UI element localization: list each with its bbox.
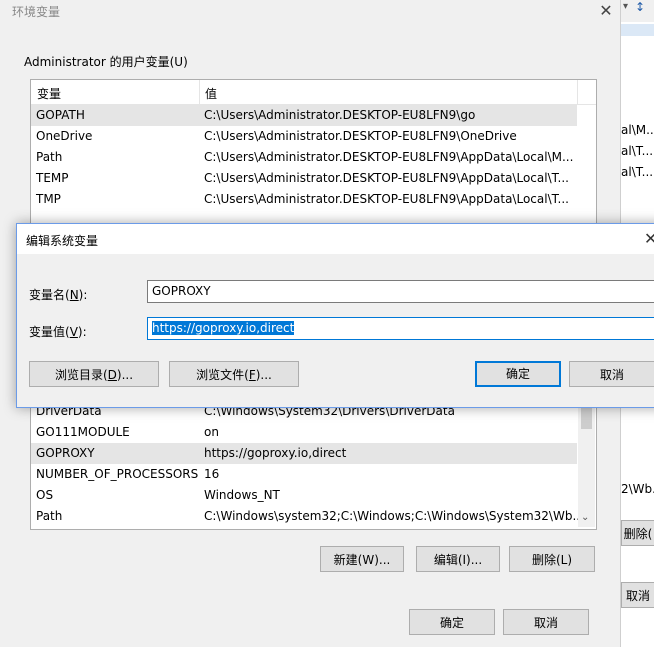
delete-variable-button[interactable]: 删除(L) bbox=[509, 546, 595, 572]
table-row[interactable]: GOPATH C:\Users\Administrator.DESKTOP-EU… bbox=[31, 105, 577, 126]
close-icon[interactable]: ✕ bbox=[644, 229, 654, 248]
partial-cancel-button[interactable]: 取消 bbox=[621, 582, 654, 608]
edit-system-variable-dialog: 编辑系统变量 ✕ 变量名(N): GOPROXY 变量值(V): https:/… bbox=[16, 223, 654, 408]
dropdown-icon[interactable]: ▾ bbox=[623, 1, 628, 12]
dialog-titlebar[interactable]: 编辑系统变量 ✕ bbox=[17, 224, 654, 254]
list-header: 变量 值 bbox=[31, 80, 596, 105]
variable-value-field[interactable]: https://goproxy.io,direct bbox=[147, 317, 654, 340]
selected-stripe bbox=[621, 24, 654, 36]
ok-button[interactable]: 确定 bbox=[409, 609, 495, 635]
sort-icon[interactable]: ↕ bbox=[635, 0, 645, 14]
browse-directory-button[interactable]: 浏览目录(D)... bbox=[29, 361, 159, 387]
dialog-ok-button[interactable]: 确定 bbox=[475, 361, 561, 387]
user-variables-label: Administrator 的用户变量(U) bbox=[24, 55, 188, 69]
window-title: 环境变量 bbox=[12, 5, 61, 19]
browse-file-button[interactable]: 浏览文件(F)... bbox=[169, 361, 299, 387]
variable-value-label: 变量值(V): bbox=[29, 325, 87, 339]
user-variables-list[interactable]: 变量 值 GOPATH C:\Users\Administrator.DESKT… bbox=[30, 79, 597, 226]
dialog-cancel-button[interactable]: 取消 bbox=[569, 361, 654, 387]
selected-text: https://goproxy.io,direct bbox=[152, 321, 295, 335]
table-row[interactable]: GOPROXY https://goproxy.io,direct bbox=[31, 443, 577, 464]
chevron-down-icon[interactable]: ⌄ bbox=[581, 512, 589, 523]
dialog-title: 编辑系统变量 bbox=[26, 234, 99, 248]
column-header-value[interactable]: 值 bbox=[205, 85, 217, 102]
truncated-text: 2\Wb... bbox=[621, 482, 654, 496]
column-divider[interactable] bbox=[577, 80, 578, 104]
close-icon[interactable]: ✕ bbox=[596, 1, 616, 21]
variable-name-label: 变量名(N): bbox=[29, 288, 88, 302]
cancel-button[interactable]: 取消 bbox=[503, 609, 589, 635]
truncated-text: al\T... bbox=[621, 144, 654, 158]
partial-delete-button[interactable]: 删除( bbox=[621, 520, 654, 546]
column-divider[interactable] bbox=[199, 80, 200, 104]
toolbar-area: ▾ ↕ bbox=[621, 0, 654, 22]
truncated-text: al\M... bbox=[621, 123, 654, 137]
column-header-name[interactable]: 变量 bbox=[37, 85, 61, 102]
truncated-text: al\T... bbox=[621, 165, 654, 179]
edit-variable-button[interactable]: 编辑(I)... bbox=[416, 546, 500, 572]
new-variable-button[interactable]: 新建(W)... bbox=[320, 546, 404, 572]
variable-name-field[interactable]: GOPROXY bbox=[147, 280, 654, 303]
